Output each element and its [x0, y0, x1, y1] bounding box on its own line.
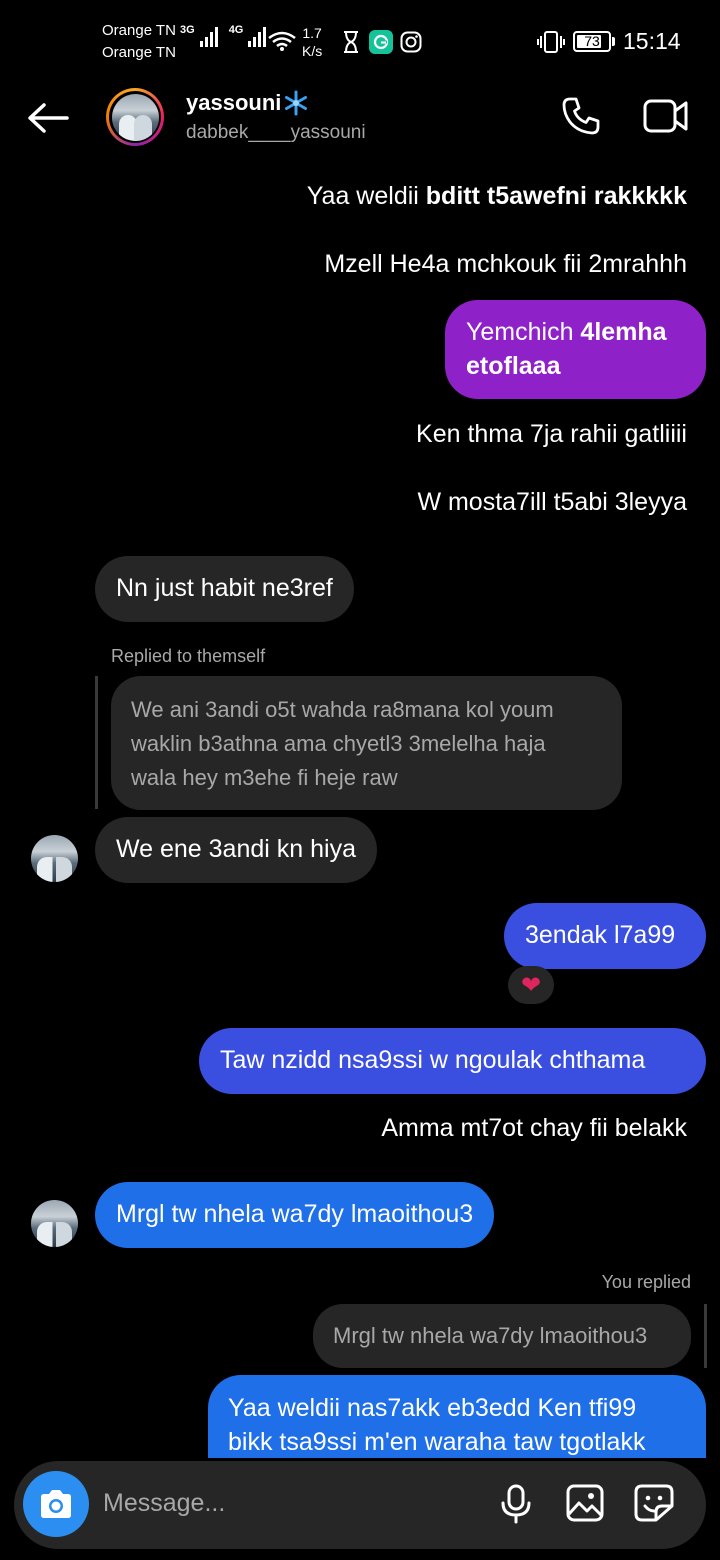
message-sent-plain[interactable]: W mosta7ill t5abi 3leyya — [417, 485, 687, 519]
message-text-bold: etoflaaa — [466, 352, 561, 380]
microphone-icon[interactable] — [500, 1484, 532, 1524]
message-text-bold: 4lemha — [580, 318, 667, 346]
signal-icon — [199, 27, 218, 47]
quoted-text-line: We ani 3andi o5t wahda ra8mana kol youm — [131, 697, 554, 722]
camera-button[interactable] — [23, 1471, 89, 1537]
instagram-icon — [400, 31, 422, 53]
heart-icon: ❤ — [520, 971, 542, 999]
hourglass-icon — [344, 31, 358, 53]
sender-avatar[interactable] — [31, 1200, 78, 1247]
message-input[interactable]: Message... — [103, 1489, 225, 1518]
battery-icon: 73 — [573, 31, 611, 52]
message-text: Yemchich — [466, 318, 581, 346]
snowflake-emoji-icon — [285, 90, 308, 116]
message-sent-plain[interactable]: Amma mt7ot chay fii belakk — [381, 1111, 687, 1145]
sender-avatar[interactable] — [31, 835, 78, 882]
message-received-bubble[interactable]: Mrgl tw nhela wa7dy lmaoithou3 — [95, 1182, 495, 1248]
message-text: Yaa weldii — [306, 182, 426, 210]
reply-context-label: You replied — [601, 1272, 691, 1292]
network-speed-value: 1.7 — [302, 25, 322, 41]
camera-icon — [41, 1490, 71, 1518]
quoted-reply-bubble[interactable]: Mrgl tw nhela wa7dy lmaoithou3 — [313, 1304, 691, 1368]
network-speed: 1.7 K/s — [302, 24, 322, 60]
reply-context-label: Replied to themself — [111, 646, 266, 666]
gallery-icon[interactable] — [566, 1484, 604, 1522]
heart-reaction[interactable]: ❤ — [508, 966, 554, 1004]
contact-name: yassouni — [186, 90, 282, 115]
message-sent-plain[interactable]: Ken thma 7ja rahii gatliiii — [416, 417, 687, 451]
battery-level: 73 — [584, 33, 600, 49]
network-speed-unit: K/s — [302, 43, 323, 59]
carrier-1-label: Orange TN — [102, 22, 176, 39]
message-sent-bubble[interactable]: Yemchich 4lemha etoflaaa — [445, 300, 706, 399]
clock: 15:14 — [623, 28, 681, 54]
battery-tip — [612, 37, 615, 46]
message-text: Yaa weldii nas7akk eb3edd Ken tfi99 — [228, 1394, 637, 1422]
quoted-text-line: waklin b3athna ama chyetl3 3melelha haja — [131, 731, 546, 756]
message-sent-bubble[interactable]: 3endak l7a99 — [504, 903, 706, 969]
quoted-text-line: Mrgl tw nhela wa7dy lmaoithou3 — [333, 1323, 648, 1348]
contact-name-row[interactable]: yassouni — [186, 90, 309, 116]
reply-indicator-bar — [704, 1304, 707, 1368]
video-call-icon[interactable] — [643, 97, 689, 135]
message-sent-plain[interactable]: Yaa weldii bditt t5awefni rakkkkk — [307, 179, 687, 213]
avatar-photo — [111, 93, 159, 141]
quoted-text-line: wala hey m3ehe fi heje raw — [131, 765, 398, 790]
message-received-bubble[interactable]: We ene 3andi kn hiya — [95, 817, 377, 883]
back-arrow-icon[interactable] — [27, 102, 69, 134]
phone-call-icon[interactable] — [561, 96, 601, 136]
quoted-reply-bubble[interactable]: We ani 3andi o5t wahda ra8mana kol youm … — [111, 676, 622, 810]
network-type-2: 4G — [228, 24, 244, 36]
contact-handle: dabbek____yassouni — [186, 122, 366, 143]
profile-avatar[interactable] — [106, 88, 164, 146]
sticker-icon[interactable] — [634, 1484, 674, 1522]
reply-indicator-bar — [95, 676, 98, 809]
message-text-bold: bditt t5awefni rakkkkk — [425, 182, 687, 210]
message-received-bubble[interactable]: Nn just habit ne3ref — [95, 556, 354, 622]
network-type-1: 3G — [180, 24, 195, 36]
message-sent-bubble[interactable]: Taw nzidd nsa9ssi w ngoulak chthama — [199, 1028, 706, 1094]
message-text: bikk tsa9ssi m'en waraha taw tgotlakk — [228, 1428, 646, 1456]
message-sent-plain[interactable]: Mzell He4a mchkouk fii 2mrahhh — [324, 247, 687, 281]
wifi-icon — [268, 31, 296, 51]
carrier-2-label: Orange TN — [102, 44, 176, 61]
signal-group: 3G 4G — [180, 24, 269, 48]
vibrate-icon — [537, 31, 565, 53]
grammarly-app-icon — [369, 30, 393, 54]
